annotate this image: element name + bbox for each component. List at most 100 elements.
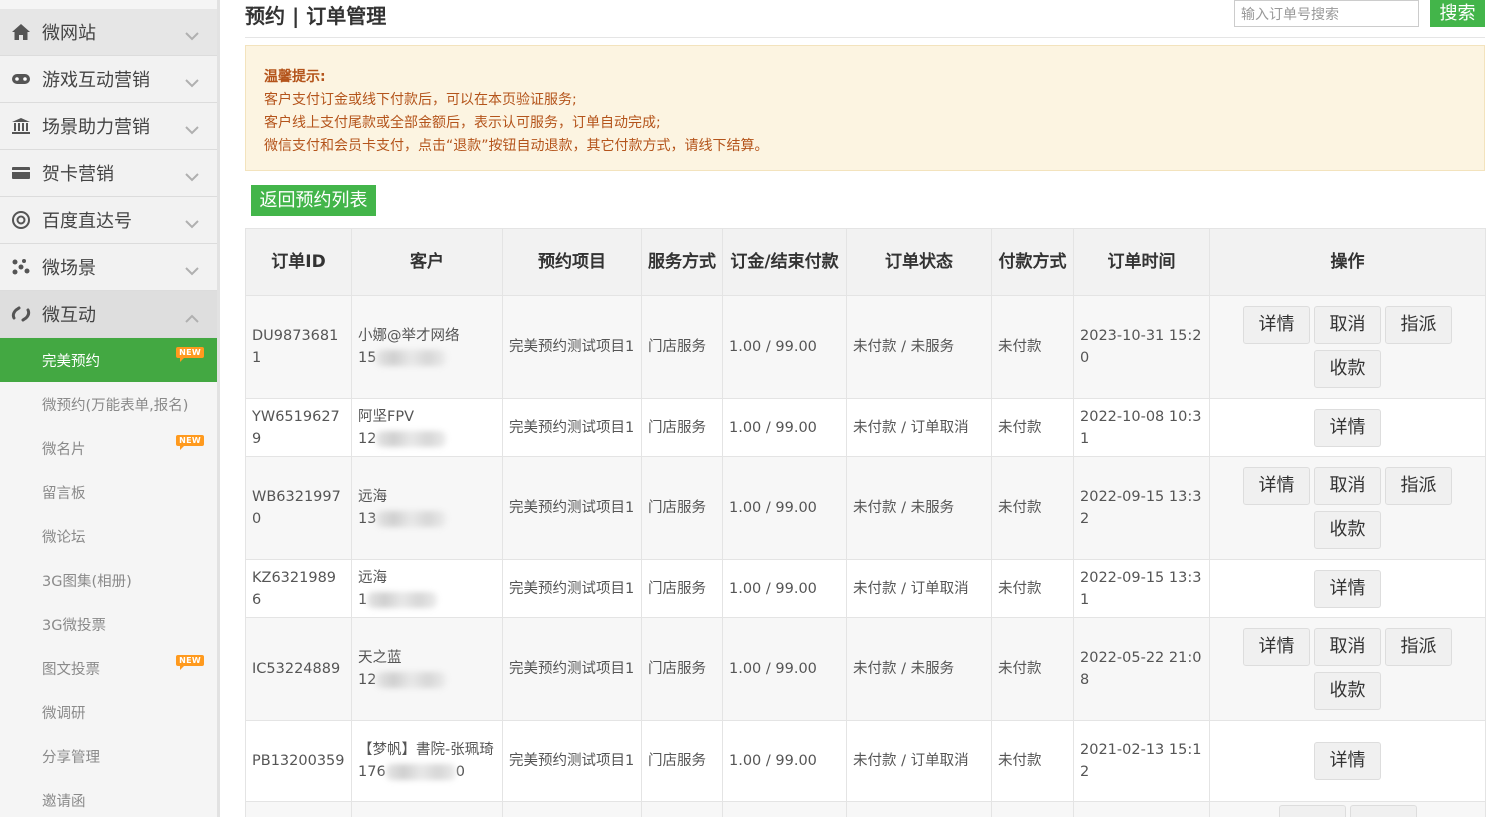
back-to-list-button[interactable]: 返回预约列表	[251, 185, 376, 216]
sidebar-menu-item[interactable]: 游戏互动营销	[0, 56, 217, 103]
sidebar-subitem[interactable]: 分享管理	[0, 734, 217, 778]
cell-order-id-text: WB63219970	[252, 489, 341, 527]
col-header-order-id: 订单ID	[245, 228, 352, 296]
detail-button[interactable]: 详情	[1314, 408, 1381, 447]
col-header-project: 预约项目	[502, 228, 642, 296]
sidebar-menu-item[interactable]: 贺卡营销	[0, 150, 217, 197]
cell-time: 2023-10-31 15:20	[1073, 295, 1210, 399]
cell-amount-text: 1.00 / 99.00	[729, 661, 817, 677]
notice-box: 温馨提示: 客户支付订金或线下付款后，可以在本页验证服务; 客户线上支付尾款或全…	[245, 45, 1485, 171]
detail-button[interactable]: 详情	[1243, 628, 1310, 666]
cell-project: 完美预约测试项目1	[502, 559, 642, 618]
cell-payment	[991, 801, 1074, 817]
sidebar-subitem-label: 微名片	[42, 441, 86, 458]
sidebar-subitem[interactable]: 微名片 NEW	[0, 426, 217, 470]
page-title: 预约 | 订单管理	[245, 4, 387, 28]
link-icon	[11, 304, 31, 324]
table-row: 妙华完美预约测试项目 已付订金 / 订单取 2021-01-27 22:1	[245, 801, 1486, 817]
chevron-down-icon	[185, 120, 199, 139]
sidebar-subitem[interactable]: 完美预约 NEW	[0, 338, 217, 382]
notice-title: 温馨提示:	[264, 69, 326, 85]
sidebar-menu-item[interactable]: 场景助力营销	[0, 103, 217, 150]
cell-payment-text: 未付款	[998, 753, 1042, 769]
cell-project-text: 完美预约测试项目1	[509, 419, 635, 436]
cancel-button[interactable]: 取消	[1314, 306, 1381, 344]
sidebar-subitem-label: 完美预约	[42, 353, 100, 370]
detail-button[interactable]: 详情	[1243, 306, 1310, 344]
chevron-down-icon	[185, 214, 199, 233]
table-row: YW65196279 阿坚FPV 12 完美预约测试项目1 门店服务 1.00 / 99.…	[245, 398, 1486, 457]
sidebar-menu-item[interactable]: 微互动	[0, 291, 217, 338]
sidebar-menu-label: 微互动	[42, 305, 96, 326]
assign-button[interactable]: 指派	[1385, 467, 1452, 505]
customer-name: 【梦帆】書院-张珮琦	[358, 742, 494, 758]
cell-payment: 未付款	[991, 456, 1074, 560]
cell-customer: 【梦帆】書院-张珮琦 176 0	[351, 720, 503, 802]
cancel-button[interactable]: 取消	[1314, 467, 1381, 505]
cell-project: 完美预约测试项目1	[502, 720, 642, 802]
cell-order-id: YW65196279	[245, 398, 352, 457]
sidebar-subitem[interactable]: 微预约(万能表单,报名)	[0, 382, 217, 426]
sidebar-menu-label: 百度直达号	[42, 211, 132, 232]
sidebar-menu-item[interactable]: 微网站	[0, 9, 217, 56]
cancel-button[interactable]: 取消	[1314, 628, 1381, 666]
collect-payment-button[interactable]: 收款	[1314, 511, 1381, 549]
cell-time: 2022-05-22 21:08	[1073, 617, 1210, 721]
collect-payment-button[interactable]: 收款	[1314, 672, 1381, 710]
table-row: PB13200359 【梦帆】書院-张珮琦 176 0 完美预约测试项目1 门店服务 1.0…	[245, 720, 1486, 802]
customer-phone: 15	[358, 347, 496, 369]
sidebar-menu-item[interactable]: 百度直达号	[0, 197, 217, 244]
cell-service-text: 门店服务	[648, 661, 706, 677]
cell-amount: 1.00 / 99.00	[722, 295, 847, 399]
collect-payment-button[interactable]: 收款	[1314, 350, 1381, 388]
cell-service: 门店服务	[641, 720, 723, 802]
col-header-service: 服务方式	[641, 228, 723, 296]
customer-name: 阿坚FPV	[358, 408, 415, 425]
action-button[interactable]	[1349, 805, 1417, 817]
detail-button[interactable]: 详情	[1314, 742, 1381, 780]
customer-phone-visible: 176	[358, 764, 386, 780]
gamepad-icon	[11, 69, 31, 89]
cell-service-text: 门店服务	[648, 339, 706, 355]
sidebar-subitem[interactable]: 留言板	[0, 470, 217, 514]
cell-time-text: 2022-09-15 13:31	[1080, 569, 1202, 608]
sidebar-subitem[interactable]: 3G图集(相册)	[0, 558, 217, 602]
assign-button[interactable]: 指派	[1385, 628, 1452, 666]
redacted-phone	[376, 430, 447, 447]
customer-phone-tail: 0	[455, 764, 465, 780]
search-input[interactable]	[1234, 0, 1419, 27]
cell-payment-text: 未付款	[998, 500, 1042, 516]
cell-status-text: 未付款 / 订单取消	[853, 580, 969, 597]
chevron-up-icon	[185, 308, 199, 327]
search-button[interactable]: 搜索	[1430, 0, 1485, 27]
chevron-down-icon	[185, 26, 199, 45]
cell-payment-text: 未付款	[998, 580, 1042, 597]
cell-customer: 天之蓝 12	[351, 617, 503, 721]
notice-line: 微信支付和会员卡支付，点击“退款”按钮自动退款，其它付款方式，请线下结算。	[264, 138, 769, 154]
sidebar-subitem[interactable]: 3G微投票	[0, 602, 217, 646]
action-button[interactable]	[1278, 805, 1346, 817]
sidebar-menu-item[interactable]: 微场景	[0, 244, 217, 291]
assign-button[interactable]: 指派	[1385, 306, 1452, 344]
sidebar-subitem[interactable]: 微论坛	[0, 514, 217, 558]
sidebar-subitem[interactable]: 邀请函	[0, 778, 217, 817]
sidebar-subitem[interactable]: 微调研	[0, 690, 217, 734]
cell-status: 未付款 / 未服务	[846, 295, 992, 399]
cell-actions: 详情	[1209, 720, 1486, 802]
cell-amount	[722, 801, 847, 817]
cell-order-id	[245, 801, 352, 817]
cell-payment-text: 未付款	[998, 661, 1042, 677]
detail-button[interactable]: 详情	[1314, 569, 1381, 608]
cell-customer: 远海 13	[351, 456, 503, 560]
cell-order-id-text: IC53224889	[252, 661, 341, 677]
chevron-down-icon	[185, 167, 199, 186]
cell-project: 完美预约测试项目1	[502, 617, 642, 721]
redacted-phone	[376, 511, 447, 527]
cell-status-text: 未付款 / 未服务	[853, 339, 955, 355]
sidebar-subitem[interactable]: 图文投票 NEW	[0, 646, 217, 690]
cell-time-text: 2022-09-15 13:32	[1080, 489, 1202, 527]
cell-status: 未付款 / 订单取消	[846, 720, 992, 802]
customer-phone-visible: 1	[358, 591, 368, 608]
detail-button[interactable]: 详情	[1243, 467, 1310, 505]
cell-project-text: 完美预约测试项目1	[509, 753, 635, 769]
